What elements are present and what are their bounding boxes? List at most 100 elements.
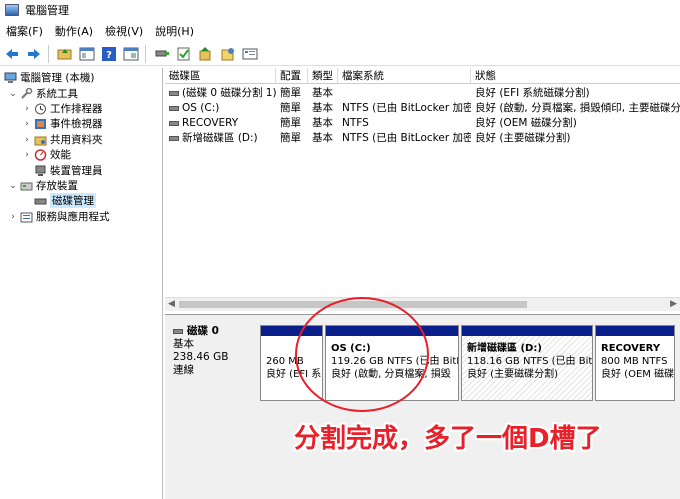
computer-management-icon [4,72,17,84]
filesystem-cell: NTFS (已由 BitLocker 加密) [342,102,471,114]
scroll-left-icon[interactable]: ◀ [168,299,175,309]
type-cell: 基本 [312,132,333,144]
chevron-down-icon[interactable]: ⌄ [8,89,18,99]
volume-name: (磁碟 0 磁碟分割 1) [182,87,276,99]
status-cell: 良好 (啟動, 分頁檔案, 損毀傾印, 主要磁碟分割) [475,102,680,114]
view-icon[interactable] [240,44,260,64]
tree-label: 電腦管理 (本機) [20,72,95,84]
tree-label: 裝置管理員 [50,165,103,177]
properties-icon[interactable] [121,44,141,64]
filesystem-cell: NTFS (已由 BitLocker 加密) [342,132,471,144]
filesystem-cell [338,86,471,101]
chevron-down-icon[interactable]: ⌄ [8,181,18,191]
table-row[interactable]: 新增磁碟區 (D:) 簡單 基本 NTFS (已由 BitLocker 加密) … [165,131,680,146]
tree-label: 事件檢視器 [50,118,103,130]
tree-item-shared-folders[interactable]: › 共用資料夾 [22,132,103,147]
partition-recovery[interactable]: RECOVERY 800 MB NTFS 良好 (OEM 磁碟 [595,325,675,401]
toolbar-separator [145,44,146,63]
partition-size: 118.16 GB NTFS (已由 BitL [467,356,593,367]
folder-up-icon[interactable] [55,44,75,64]
annotation-text: 分割完成，多了一個D槽了 [294,424,602,454]
forward-arrow-icon[interactable] [24,44,44,64]
column-header-type[interactable]: 類型 [308,68,338,83]
layout-cell: 簡單 [280,132,301,144]
disk-info[interactable]: 磁碟 0 基本 238.46 GB 連線 [173,325,258,401]
layout-cell: 簡單 [280,87,301,99]
refresh-icon[interactable] [218,44,238,64]
volume-cell: (磁碟 0 磁碟分割 1) [165,86,276,101]
column-header-status[interactable]: 狀態 [471,68,680,83]
partition-new-volume-d[interactable]: 新增磁碟區 (D:) 118.16 GB NTFS (已由 BitL 良好 (主… [461,325,593,401]
disk-type: 基本 [173,338,194,350]
tree-label: 存放裝置 [36,180,78,192]
connect-icon[interactable] [152,44,172,64]
table-row[interactable]: RECOVERY 簡單 基本 NTFS 良好 (OEM 磁碟分割) [165,116,680,131]
disk-name-row: 磁碟 0 [173,325,258,338]
computer-management-icon [5,4,19,16]
chevron-right-icon[interactable]: › [22,104,32,114]
show-hide-tree-icon[interactable] [77,44,97,64]
export-icon[interactable] [196,44,216,64]
disk-management-icon [34,195,47,207]
tree-label: 磁碟管理 [50,193,96,208]
menu-view[interactable]: 檢視(V) [99,23,149,39]
tree-item-services-apps[interactable]: › 服務與應用程式 [8,209,110,224]
highlight-circle [295,297,429,412]
status-cell: 良好 (主要磁碟分割) [475,132,571,144]
volume-cell: OS (C:) [165,101,276,116]
menu-help[interactable]: 說明(H) [149,23,200,39]
tree-item-device-manager[interactable]: 裝置管理員 [32,163,103,178]
check-icon[interactable] [174,44,194,64]
menu-file[interactable]: 檔案(F) [0,23,49,39]
table-row[interactable]: OS (C:) 簡單 基本 NTFS (已由 BitLocker 加密) 良好 … [165,101,680,116]
chevron-right-icon[interactable]: › [22,135,32,145]
volume-icon [169,120,179,126]
toolbar-separator [48,44,49,63]
volume-icon [169,135,179,141]
navigation-tree: 電腦管理 (本機) ⌄ 系統工具 › 工作排程器 › 事件檢視器 › 共用資料夾… [0,68,163,499]
help-icon[interactable]: ? [99,44,119,64]
tree-label: 服務與應用程式 [36,211,110,223]
tree-label: 共用資料夾 [50,134,103,146]
back-arrow-icon[interactable] [2,44,22,64]
type-cell: 基本 [312,87,333,99]
services-icon [20,211,33,223]
chevron-right-icon[interactable]: › [8,212,18,222]
partition-band [462,326,592,336]
horizontal-scrollbar[interactable]: ◀ ▶ [165,297,680,311]
tree-item-system-tools[interactable]: ⌄ 系統工具 [8,86,78,101]
performance-icon [34,148,47,161]
column-header-layout[interactable]: 配置 [276,68,308,83]
layout-cell: 簡單 [280,117,301,129]
table-row[interactable]: (磁碟 0 磁碟分割 1) 簡單 基本 良好 (EFI 系統磁碟分割) [165,86,680,101]
chevron-right-icon[interactable]: › [22,119,32,129]
clock-icon [34,103,47,115]
tree-label: 工作排程器 [50,103,103,115]
tree-item-storage[interactable]: ⌄ 存放裝置 [8,178,78,193]
tree-item-task-scheduler[interactable]: › 工作排程器 [22,101,103,116]
tree-item-computer-management[interactable]: 電腦管理 (本機) [2,70,95,85]
volume-cell: 新增磁碟區 (D:) [165,131,276,146]
volume-name: 新增磁碟區 (D:) [182,132,258,144]
tree-item-event-viewer[interactable]: › 事件檢視器 [22,116,103,131]
volume-name: OS (C:) [182,102,220,114]
scroll-right-icon[interactable]: ▶ [670,299,677,309]
tree-item-performance[interactable]: › 效能 [22,147,71,162]
partition-status: 良好 (主要磁碟分割) [467,369,558,380]
column-header-volume[interactable]: 磁碟區 [165,68,276,83]
svg-text:?: ? [106,50,112,61]
volume-icon [169,105,179,111]
partition-body: 新增磁碟區 (D:) 118.16 GB NTFS (已由 BitL 良好 (主… [462,336,593,400]
chevron-right-icon[interactable]: › [22,150,32,160]
tree-label: 系統工具 [36,88,78,100]
disk-size: 238.46 GB [173,351,229,363]
toolbar: ? [0,42,680,66]
volume-table-header: 磁碟區 配置 類型 檔案系統 狀態 [165,68,680,84]
disk-name: 磁碟 0 [187,325,219,337]
column-header-filesystem[interactable]: 檔案系統 [338,68,471,83]
shared-folder-icon [34,134,47,146]
tree-item-disk-management[interactable]: 磁碟管理 [32,193,96,208]
menu-action[interactable]: 動作(A) [49,23,99,39]
disk-icon [173,329,183,334]
partition-band [596,326,674,336]
